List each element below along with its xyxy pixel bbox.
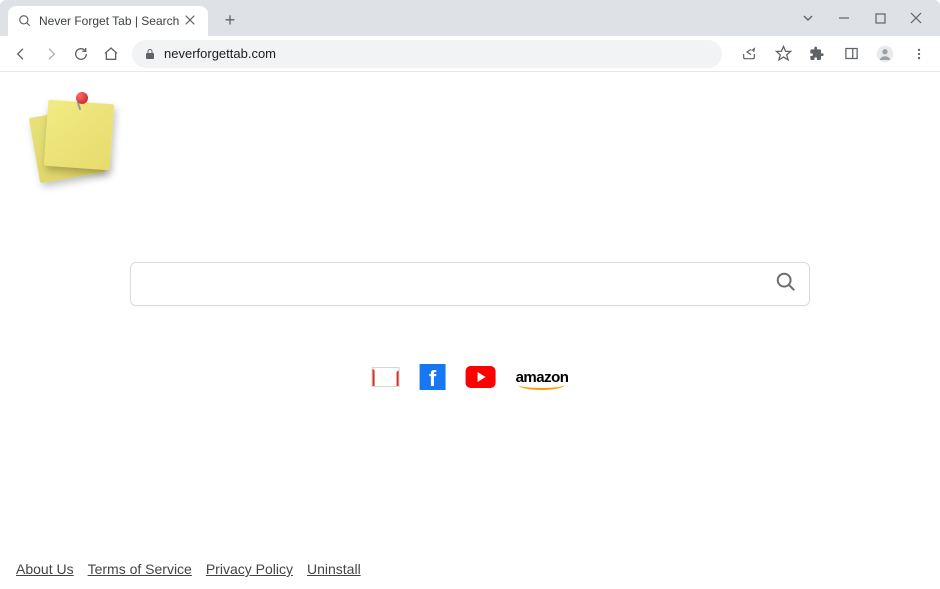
amazon-shortcut[interactable]: amazon (516, 369, 569, 386)
url-text: neverforgettab.com (164, 46, 276, 61)
tab-close-icon[interactable] (184, 14, 198, 29)
footer-links: About Us Terms of Service Privacy Policy… (16, 561, 361, 577)
home-button[interactable] (96, 39, 126, 69)
facebook-shortcut[interactable]: f (420, 364, 446, 390)
facebook-icon: f (420, 364, 446, 390)
sticky-note-logo (28, 90, 114, 176)
browser-title-bar: Never Forget Tab | Search + (0, 0, 940, 36)
search-container (130, 262, 810, 306)
close-button[interactable] (898, 4, 934, 32)
window-controls (790, 0, 940, 36)
caret-down-icon[interactable] (790, 4, 826, 32)
back-button[interactable] (6, 39, 36, 69)
shortcuts-row: f amazon (372, 364, 569, 390)
terms-link[interactable]: Terms of Service (88, 561, 192, 577)
reload-button[interactable] (66, 39, 96, 69)
uninstall-link[interactable]: Uninstall (307, 561, 361, 577)
search-input[interactable] (143, 263, 775, 305)
forward-button[interactable] (36, 39, 66, 69)
menu-icon[interactable] (904, 39, 934, 69)
browser-tab[interactable]: Never Forget Tab | Search (8, 6, 208, 36)
page-content: f amazon About Us Terms of Service Priva… (0, 72, 940, 589)
lock-icon (144, 48, 156, 60)
about-link[interactable]: About Us (16, 561, 74, 577)
minimize-button[interactable] (826, 4, 862, 32)
address-bar[interactable]: neverforgettab.com (132, 40, 722, 68)
gmail-icon (372, 367, 400, 387)
gmail-shortcut[interactable] (372, 367, 400, 387)
browser-toolbar: neverforgettab.com (0, 36, 940, 72)
bookmark-star-icon[interactable] (768, 39, 798, 69)
tab-title: Never Forget Tab | Search (39, 14, 184, 28)
privacy-link[interactable]: Privacy Policy (206, 561, 293, 577)
profile-icon[interactable] (870, 39, 900, 69)
share-icon[interactable] (734, 39, 764, 69)
youtube-shortcut[interactable] (466, 366, 496, 388)
new-tab-button[interactable]: + (216, 6, 244, 34)
youtube-icon (466, 366, 496, 388)
search-box (130, 262, 810, 306)
search-icon (18, 14, 32, 28)
extensions-icon[interactable] (802, 39, 832, 69)
maximize-button[interactable] (862, 4, 898, 32)
side-panel-icon[interactable] (836, 39, 866, 69)
amazon-icon: amazon (516, 369, 569, 386)
search-button[interactable] (775, 271, 797, 298)
